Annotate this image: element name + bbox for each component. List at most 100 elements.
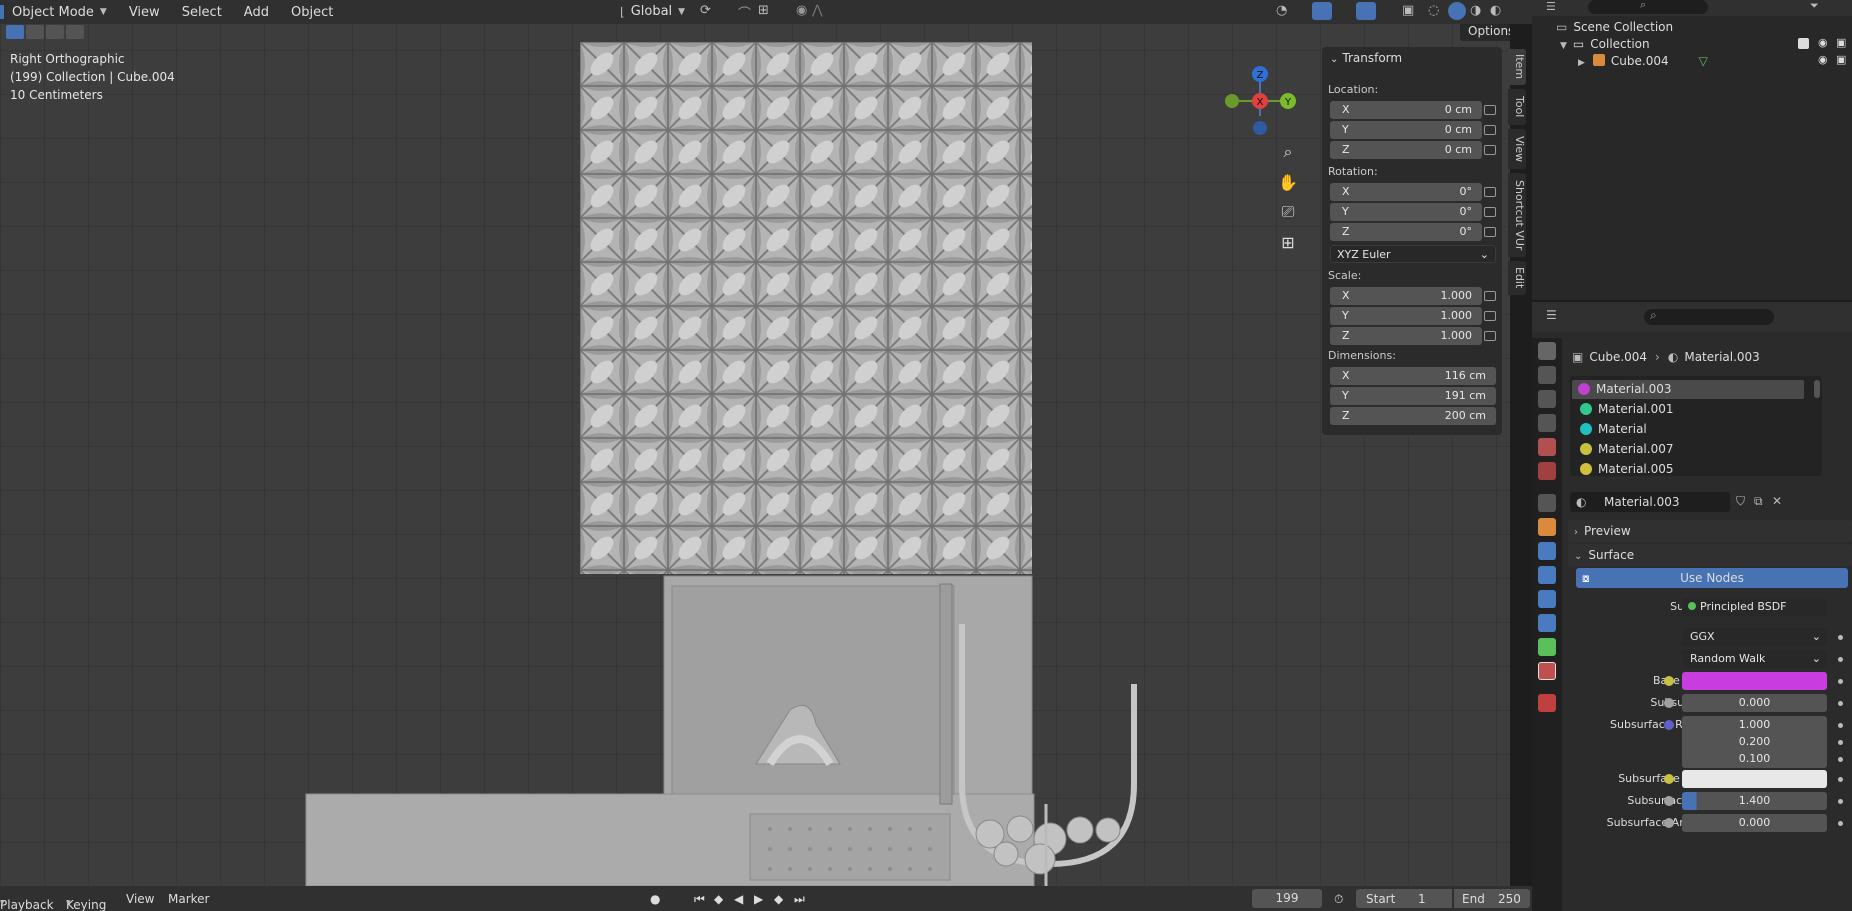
subsurface-aniso-field[interactable]: 0.000 (1682, 814, 1827, 832)
dimensions-x-field[interactable]: X 116 cm (1330, 367, 1496, 385)
scale-x-field[interactable]: X 1.000 (1330, 287, 1482, 305)
gizmo-toggle-icon[interactable] (1312, 2, 1332, 20)
duplicate-icon[interactable]: ⧉ (1754, 494, 1763, 509)
dimensions-y-field[interactable]: Y 191 cm (1330, 387, 1496, 405)
camera-icon[interactable]: ▣ (1836, 53, 1846, 66)
keyframe-dot[interactable] (1838, 821, 1843, 826)
list-item[interactable]: Material (1574, 420, 1804, 439)
lock-icon[interactable] (1484, 311, 1496, 321)
record-icon[interactable]: ● (650, 892, 660, 906)
render-tab-icon[interactable] (1538, 366, 1556, 384)
use-nodes-button[interactable]: ⧇ Use Nodes (1576, 568, 1848, 588)
options-button[interactable]: Options▾ (1460, 24, 1510, 41)
proportional-edit-icon[interactable]: ◉ (796, 3, 807, 18)
dimensions-z-field[interactable]: Z 200 cm (1330, 407, 1496, 425)
subsurface-radius-z-field[interactable]: 0.100 (1682, 750, 1827, 768)
pivot-icon[interactable]: ⟳ (700, 3, 711, 18)
camera-icon[interactable]: ▣ (1836, 36, 1846, 49)
ortho-grid-icon[interactable]: ⊞ (1274, 228, 1302, 256)
shading-material-icon[interactable]: ◑ (1470, 3, 1481, 18)
current-frame-field[interactable]: 199 (1252, 889, 1322, 908)
editor-type-icon[interactable]: ☰ (1546, 0, 1556, 13)
object-tab-icon[interactable] (1538, 518, 1556, 536)
keyframe-dot[interactable] (1838, 723, 1843, 728)
scale-z-field[interactable]: Z 1.000 (1330, 327, 1482, 345)
scene-tab-icon[interactable] (1538, 438, 1556, 456)
transform-panel-header[interactable]: ⌄ Transform (1330, 51, 1402, 65)
rotation-z-field[interactable]: Z 0° (1330, 223, 1482, 241)
material-tab-icon[interactable] (1538, 662, 1556, 680)
exclude-checkbox[interactable] (1798, 38, 1809, 49)
pan-hand-icon[interactable]: ✋ (1274, 168, 1302, 196)
subsurface-ior-slider[interactable]: 1.400 (1682, 792, 1827, 810)
snap-icon[interactable]: ⌒ (738, 3, 751, 22)
properties-search-input[interactable] (1644, 309, 1774, 325)
view-layer-tab-icon[interactable] (1538, 414, 1556, 432)
jump-start-icon[interactable]: ⏮ (694, 892, 705, 907)
rotation-y-field[interactable]: Y 0° (1330, 203, 1482, 221)
shading-solid-icon[interactable] (1448, 2, 1466, 20)
particles-tab-icon[interactable] (1538, 566, 1556, 584)
lock-icon[interactable] (1484, 105, 1496, 115)
falloff-icon[interactable]: ⋀ (812, 3, 823, 18)
jump-next-keyframe-icon[interactable]: ◆ (774, 892, 783, 906)
fake-user-icon[interactable]: ⛉ (1736, 494, 1745, 509)
keyframe-dot[interactable] (1838, 679, 1843, 684)
rotation-mode-dropdown[interactable]: XYZ Euler ⌄ (1330, 245, 1496, 263)
tab-edit[interactable]: Edit (1508, 261, 1526, 295)
location-y-field[interactable]: Y0 cm (1330, 121, 1482, 139)
editor-type-icon[interactable]: ☰ (1546, 308, 1557, 322)
timeline-marker-menu[interactable]: Marker (168, 892, 209, 906)
menu-view[interactable]: View (129, 5, 160, 20)
lock-icon[interactable] (1484, 227, 1496, 237)
mode-dropdown[interactable]: Object Mode ▼ (12, 5, 107, 20)
navigation-gizmo[interactable]: Z X Y (1218, 46, 1298, 136)
keyframe-dot[interactable] (1838, 740, 1843, 745)
subsurface-radius-y-field[interactable]: 0.200 (1682, 733, 1827, 751)
list-item[interactable]: Material.001 (1574, 400, 1804, 419)
keyframe-dot[interactable] (1838, 657, 1843, 662)
output-tab-icon[interactable] (1538, 390, 1556, 408)
distribution-dropdown[interactable]: GGX ⌄ (1682, 628, 1827, 646)
material-datablock-field[interactable]: ◐ Material.003 (1570, 492, 1730, 512)
scale-y-field[interactable]: Y 1.000 (1330, 307, 1482, 325)
zoom-icon[interactable]: ⌕ (1274, 138, 1302, 166)
rotation-x-field[interactable]: X 0° (1330, 183, 1482, 201)
keyframe-dot[interactable] (1838, 799, 1843, 804)
menu-select[interactable]: Select (182, 5, 222, 20)
subsurface-color-swatch[interactable] (1682, 770, 1827, 788)
camera-icon[interactable]: ⎚ (1274, 198, 1302, 226)
tab-item[interactable]: Item (1508, 49, 1526, 85)
list-item[interactable]: Material.005 (1574, 460, 1804, 479)
lock-icon[interactable] (1484, 331, 1496, 341)
menu-object[interactable]: Object (291, 5, 333, 20)
jump-end-icon[interactable]: ⏭ (794, 892, 805, 907)
filter-icon[interactable]: ⏷ (1810, 0, 1819, 13)
shading-wireframe-icon[interactable]: ◌ (1428, 3, 1439, 18)
scene-collection-row[interactable]: ▭ Scene Collection (1556, 20, 1673, 34)
close-icon[interactable]: ✕ (1772, 494, 1782, 508)
keyframe-dot[interactable] (1838, 635, 1843, 640)
3d-viewport[interactable]: Right Orthographic (199) Collection | Cu… (0, 24, 1510, 886)
subsurface-radius-x-field[interactable]: 1.000 (1682, 716, 1827, 734)
editor-type-icon[interactable] (0, 5, 4, 19)
eye-icon[interactable]: ◉ (1818, 36, 1828, 49)
texture-tab-icon[interactable] (1538, 694, 1556, 712)
base-color-swatch[interactable] (1682, 672, 1827, 690)
outliner-search-input[interactable] (1588, 0, 1708, 14)
overlay-toggle-icon[interactable] (1356, 2, 1376, 20)
location-x-field[interactable]: X0 cm (1330, 101, 1482, 119)
jump-prev-keyframe-icon[interactable]: ◆ (714, 892, 723, 906)
collection-tab-icon[interactable] (1538, 494, 1556, 512)
transform-orientation-dropdown[interactable]: ⌊ Global ▼ (620, 4, 685, 19)
list-item[interactable]: Material.007 (1574, 440, 1804, 459)
lock-icon[interactable] (1484, 187, 1496, 197)
xray-icon[interactable]: ▣ (1402, 3, 1414, 18)
list-scrollbar[interactable] (1814, 380, 1820, 398)
subsurface-method-dropdown[interactable]: Random Walk ⌄ (1682, 650, 1827, 668)
modifier-tab-icon[interactable] (1538, 542, 1556, 560)
surface-shader-field[interactable]: Principled BSDF (1682, 598, 1827, 616)
tab-shortcut[interactable]: Shortcut VUr (1508, 173, 1526, 257)
shading-rendered-icon[interactable]: ◐ (1490, 3, 1501, 18)
visibility-icon[interactable]: ◔ (1276, 3, 1287, 18)
